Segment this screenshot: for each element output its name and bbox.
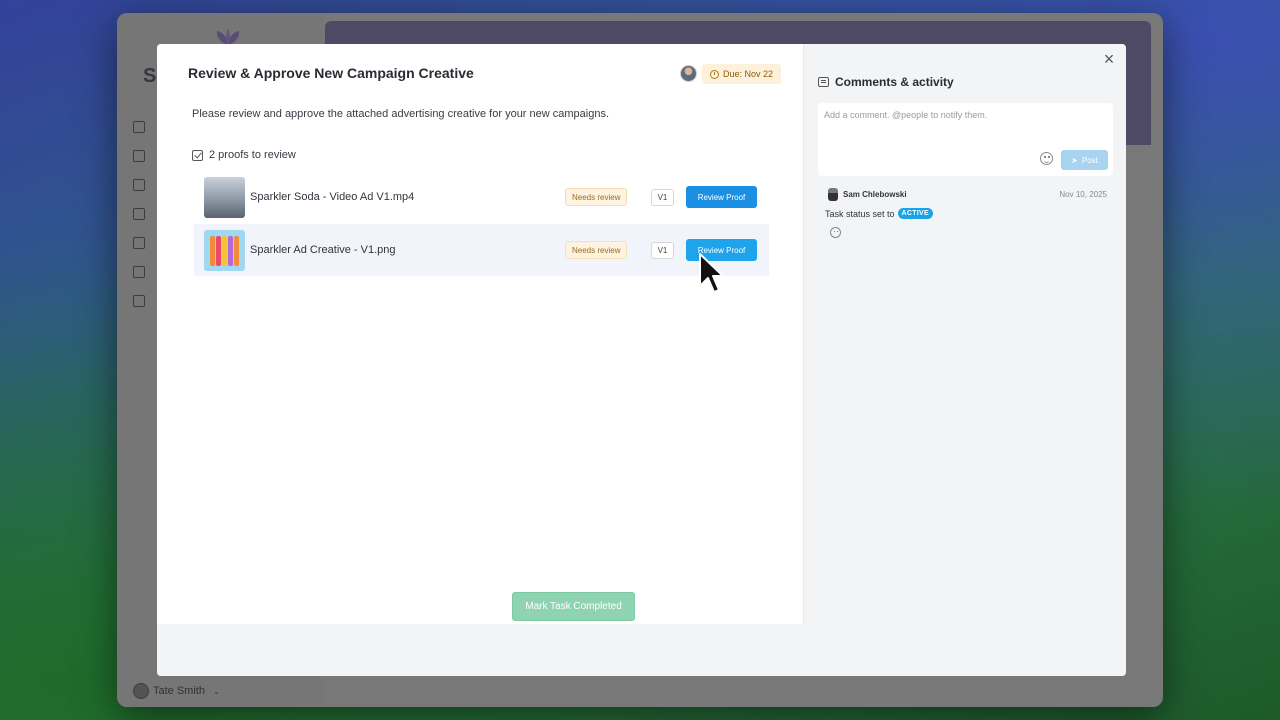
due-date-label: Due: Nov 22 [723, 69, 774, 79]
version-badge[interactable]: V1 [651, 241, 674, 259]
comment-input[interactable] [824, 110, 1104, 145]
modal-title: Review & Approve New Campaign Creative [188, 65, 474, 81]
user-name: Tate Smith [153, 685, 205, 697]
file-icon[interactable] [133, 266, 145, 278]
review-proof-button[interactable]: Review Proof [686, 239, 757, 261]
mark-task-completed-button[interactable]: Mark Task Completed [512, 592, 635, 621]
proof-row[interactable]: Sparkler Ad Creative - V1.png Needs revi… [194, 224, 769, 276]
post-label: Post [1081, 155, 1098, 165]
close-icon[interactable]: × [1102, 50, 1116, 68]
task-details-panel: Review & Approve New Campaign Creative D… [157, 44, 803, 624]
post-button[interactable]: ➤ Post [1061, 150, 1108, 170]
chevron-down-icon: ⌄ [212, 686, 220, 696]
proof-row[interactable]: Sparkler Soda - Video Ad V1.mp4 Needs re… [194, 171, 769, 223]
sidebar-nav [133, 121, 145, 324]
clock-icon [710, 69, 719, 79]
store-icon[interactable] [133, 150, 145, 162]
proof-name: Sparkler Soda - Video Ad V1.mp4 [250, 191, 415, 203]
modal-footer [157, 624, 1126, 676]
activity-date: Nov 10, 2025 [1059, 189, 1107, 199]
proofs-count-label: 2 proofs to review [209, 149, 296, 161]
activity-text: Task status set to ACTIVE [818, 208, 1113, 219]
home-icon[interactable] [133, 121, 145, 133]
task-modal: Review & Approve New Campaign Creative D… [157, 44, 1126, 676]
comments-heading-label: Comments & activity [835, 75, 954, 89]
current-user[interactable]: Tate Smith ⌄ [133, 683, 220, 699]
send-nav-icon[interactable] [133, 208, 145, 220]
checkbox-icon [192, 149, 203, 161]
version-badge[interactable]: V1 [651, 188, 674, 206]
due-date-badge[interactable]: Due: Nov 22 [702, 64, 782, 84]
status-badge: Needs review [565, 188, 628, 206]
proof-name: Sparkler Ad Creative - V1.png [250, 244, 396, 256]
add-reaction-icon[interactable] [830, 227, 841, 238]
document-icon[interactable] [133, 179, 145, 191]
send-icon: ➤ [1071, 155, 1078, 165]
status-pill: ACTIVE [897, 208, 934, 219]
brand-name: S [143, 65, 157, 87]
activity-author: Sam Chlebowski [843, 189, 907, 199]
comments-heading: Comments & activity [818, 75, 954, 89]
task-description: Please review and approve the attached a… [192, 108, 610, 120]
emoji-icon[interactable] [1040, 152, 1053, 165]
chat-icon [818, 77, 829, 87]
activity-message: Task status set to [825, 208, 895, 219]
comment-composer: ➤ Post [818, 103, 1113, 176]
image-thumbnail [204, 229, 245, 271]
avatar [828, 187, 838, 201]
proofs-heading: 2 proofs to review [192, 149, 296, 161]
assignee-avatar[interactable] [680, 65, 697, 82]
status-badge: Needs review [565, 241, 628, 259]
comments-panel: × Comments & activity ➤ Post Sam Chlebow… [803, 44, 1126, 624]
list-icon[interactable] [133, 237, 145, 249]
activity-item: Sam Chlebowski Nov 10, 2025 Task status … [818, 186, 1113, 238]
avatar [133, 683, 149, 699]
activity-header: Sam Chlebowski Nov 10, 2025 [818, 186, 1113, 202]
messages-icon[interactable] [133, 295, 145, 307]
review-proof-button[interactable]: Review Proof [686, 186, 757, 208]
video-thumbnail [204, 176, 245, 218]
